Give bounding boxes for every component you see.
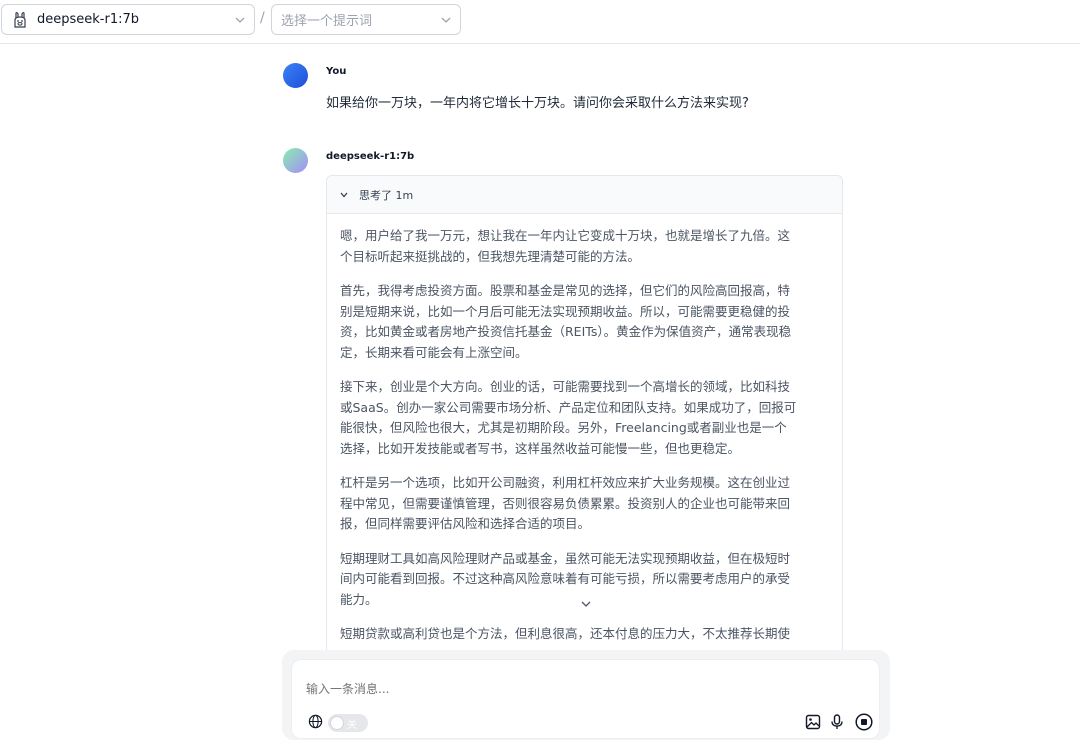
prompt-placeholder: 选择一个提示词 bbox=[281, 14, 373, 29]
llama-icon bbox=[14, 11, 26, 28]
user-message: 如果给你一万块，一年内将它增长十万块。请问你会采取什么方法来实现? bbox=[326, 96, 749, 111]
thinking-paragraph: 杠杆是另一个选项，比如开公司融资，利用杠杆效应来扩大业务规模。这在创业过程中常见… bbox=[340, 475, 791, 531]
assistant-avatar bbox=[283, 148, 308, 173]
web-search-toggle[interactable]: 关 bbox=[328, 714, 368, 732]
top-bar: deepseek-r1:7b / 选择一个提示词 bbox=[0, 0, 1080, 44]
thinking-paragraph: 首先，我得考虑投资方面。股票和基金是常见的选择，但它们的风险高回报高，特别是短期… bbox=[340, 283, 792, 360]
stop-icon[interactable] bbox=[855, 713, 873, 731]
model-selector[interactable]: deepseek-r1:7b bbox=[1, 4, 255, 35]
prompt-selector[interactable]: 选择一个提示词 bbox=[271, 4, 461, 35]
thinking-toggle[interactable]: 思考了 1m bbox=[327, 176, 842, 214]
chevron-down-icon bbox=[235, 17, 245, 23]
globe-icon[interactable] bbox=[308, 714, 323, 729]
composer: 关 bbox=[282, 650, 890, 740]
thinking-paragraph: 嗯，用户给了我一万元，想让我在一年内让它变成十万块，也就是增长了九倍。这个目标听… bbox=[340, 228, 791, 264]
composer-box: 关 bbox=[291, 659, 880, 739]
toggle-label: 关 bbox=[347, 720, 357, 731]
thinking-paragraph: 短期理财工具如高风险理财产品或基金，虽然可能无法实现预期收益，但在极短时间内可能… bbox=[340, 550, 791, 607]
thinking-paragraph: 接下来，创业是个大方向。创业的话，可能需要找到一个高增长的领域，比如科技或Saa… bbox=[340, 379, 797, 456]
thinking-content: 嗯，用户给了我一万元，想让我在一年内让它变成十万块，也就是增长了九倍。这个目标听… bbox=[327, 214, 842, 645]
thinking-panel: 思考了 1m 嗯，用户给了我一万元，想让我在一年内让它变成十万块，也就是增长了九… bbox=[326, 175, 843, 655]
user-avatar bbox=[283, 63, 308, 88]
thinking-label: 思考了 1m bbox=[359, 188, 414, 202]
chevron-down-icon bbox=[441, 17, 451, 23]
message-input[interactable] bbox=[306, 682, 806, 696]
scroll-down-icon[interactable] bbox=[579, 598, 593, 610]
assistant-sender-name: deepseek-r1:7b bbox=[326, 151, 415, 162]
header-separator: / bbox=[260, 10, 265, 26]
model-name: deepseek-r1:7b bbox=[37, 12, 140, 27]
chevron-down-icon bbox=[340, 192, 348, 197]
thinking-paragraph: 短期贷款或高利贷也是个方法，但利息很高，还本付息的压力大，不太推荐长期使 bbox=[340, 626, 791, 641]
user-sender-name: You bbox=[326, 66, 347, 77]
